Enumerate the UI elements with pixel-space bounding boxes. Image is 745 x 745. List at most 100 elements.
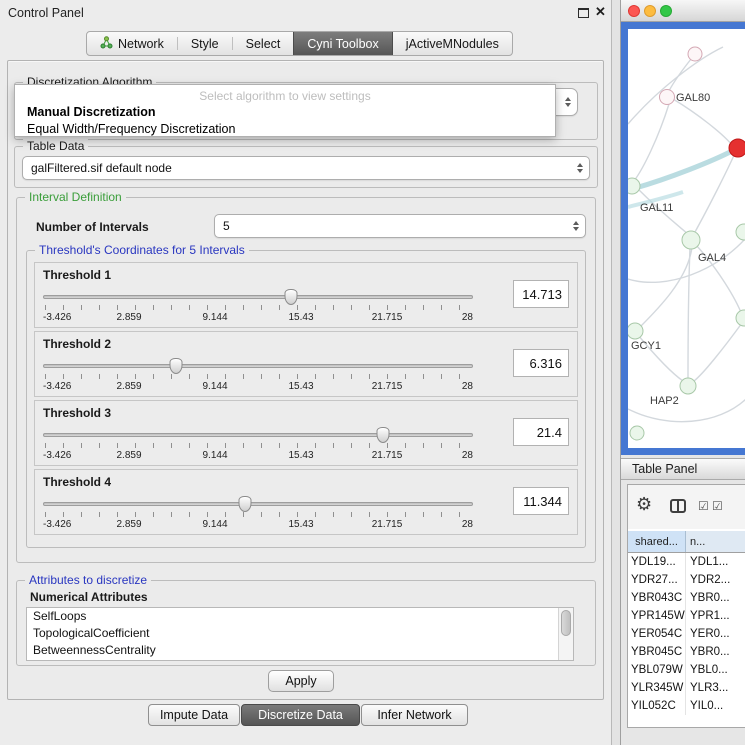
tick-label: -3.426 bbox=[43, 519, 71, 530]
slider-track[interactable] bbox=[43, 502, 473, 506]
scrollbar-thumb[interactable] bbox=[561, 610, 571, 636]
unselect-all-columns-icon[interactable]: ☑ bbox=[712, 499, 723, 513]
tab-infer-network[interactable]: Infer Network bbox=[361, 704, 468, 726]
table-header-row: shared... n... bbox=[628, 531, 745, 553]
list-scrollbar[interactable] bbox=[558, 608, 573, 660]
tab-impute-data[interactable]: Impute Data bbox=[148, 704, 240, 726]
cell-name[interactable]: YBR0... bbox=[686, 643, 745, 661]
combo-stepper-icon bbox=[573, 221, 579, 231]
table-row[interactable]: YDL19...YDL1... bbox=[628, 553, 745, 571]
table-panel-titlebar: Table Panel bbox=[621, 458, 745, 480]
mac-close-button[interactable] bbox=[628, 5, 640, 17]
slider-track[interactable] bbox=[43, 364, 473, 368]
dropdown-option-equal-width[interactable]: Equal Width/Frequency Discretization bbox=[27, 122, 235, 136]
table-row[interactable]: YDR27...YDR2... bbox=[628, 571, 745, 589]
select-all-columns-icon[interactable]: ☑ bbox=[698, 499, 709, 513]
close-icon[interactable]: ✕ bbox=[595, 4, 606, 20]
tab-select[interactable]: Select bbox=[233, 32, 294, 55]
list-item[interactable]: SelfLoops bbox=[27, 608, 573, 625]
threshold-panel-1: Threshold 1 -3.426 2.859 9.144 15.43 21.… bbox=[34, 262, 578, 328]
column-header-shared-name[interactable]: shared... bbox=[628, 531, 686, 552]
table-data-combobox[interactable]: galFiltered.sif default node bbox=[22, 156, 590, 180]
tab-cyni-toolbox[interactable]: Cyni Toolbox bbox=[293, 32, 392, 55]
threshold-slider[interactable]: -3.426 2.859 9.144 15.43 21.715 28 bbox=[43, 427, 473, 465]
table-row[interactable]: YPR145WYPR1... bbox=[628, 607, 745, 625]
tick-label: 21.715 bbox=[372, 381, 403, 392]
apply-button[interactable]: Apply bbox=[268, 670, 334, 692]
cell-shared-name[interactable]: YLR345W bbox=[628, 679, 686, 697]
network-node-gcy1[interactable] bbox=[628, 323, 643, 339]
cell-name[interactable]: YER0... bbox=[686, 625, 745, 643]
threshold-value-field[interactable]: 21.4 bbox=[513, 418, 569, 446]
settings-gear-icon[interactable]: ⚙ bbox=[636, 494, 652, 515]
slider-track[interactable] bbox=[43, 295, 473, 299]
number-of-intervals-combobox[interactable]: 5 bbox=[214, 214, 586, 238]
network-node-gal11[interactable] bbox=[628, 178, 640, 194]
network-node[interactable] bbox=[688, 47, 702, 61]
tick-label: 28 bbox=[462, 312, 473, 323]
list-item[interactable]: BetweennessCentrality bbox=[27, 642, 573, 659]
cell-name[interactable]: YBR0... bbox=[686, 589, 745, 607]
float-window-icon[interactable] bbox=[578, 8, 589, 18]
network-canvas[interactable]: GAL80 GAL11 GAL4 GCY1 HAP2 bbox=[628, 29, 745, 448]
tick-label: 28 bbox=[462, 381, 473, 392]
table-row[interactable]: YBL079WYBL0... bbox=[628, 661, 745, 679]
cell-shared-name[interactable]: YBL079W bbox=[628, 661, 686, 679]
column-header-name[interactable]: n... bbox=[686, 531, 745, 552]
slider-thumb[interactable] bbox=[170, 358, 183, 374]
screenshot-root: Control Panel ✕ Network Style Select Cyn… bbox=[0, 0, 745, 745]
cell-name[interactable]: YDR2... bbox=[686, 571, 745, 589]
network-node-gal80[interactable] bbox=[660, 90, 675, 105]
tick-label: 2.859 bbox=[116, 381, 141, 392]
list-item[interactable]: TopologicalCoefficient bbox=[27, 625, 573, 642]
mac-zoom-button[interactable] bbox=[660, 5, 672, 17]
cell-shared-name[interactable]: YDR27... bbox=[628, 571, 686, 589]
threshold-slider[interactable]: -3.426 2.859 9.144 15.43 21.715 28 bbox=[43, 496, 473, 534]
cell-shared-name[interactable]: YBR045C bbox=[628, 643, 686, 661]
network-node-hap2[interactable] bbox=[680, 378, 696, 394]
slider-thumb[interactable] bbox=[239, 496, 252, 512]
mac-minimize-button[interactable] bbox=[644, 5, 656, 17]
slider-thumb[interactable] bbox=[376, 427, 389, 443]
tab-jactivemodules[interactable]: jActiveMNodules bbox=[393, 32, 512, 55]
numerical-attributes-list[interactable]: SelfLoops TopologicalCoefficient Between… bbox=[26, 607, 574, 661]
slider-thumb[interactable] bbox=[285, 289, 298, 305]
network-node-selected-red[interactable] bbox=[729, 139, 745, 157]
cell-shared-name[interactable]: YIL052C bbox=[628, 697, 686, 715]
network-icon bbox=[100, 36, 113, 52]
threshold-value-field[interactable]: 11.344 bbox=[513, 487, 569, 515]
dropdown-option-manual[interactable]: Manual Discretization bbox=[27, 105, 156, 119]
network-node[interactable] bbox=[630, 426, 644, 440]
threshold-value-field[interactable]: 14.713 bbox=[513, 280, 569, 308]
threshold-slider[interactable]: -3.426 2.859 9.144 15.43 21.715 28 bbox=[43, 358, 473, 396]
slider-ticks bbox=[45, 374, 471, 379]
cell-name[interactable]: YBL0... bbox=[686, 661, 745, 679]
cell-shared-name[interactable]: YER054C bbox=[628, 625, 686, 643]
table-row[interactable]: YBR045CYBR0... bbox=[628, 643, 745, 661]
table-row[interactable]: YBR043CYBR0... bbox=[628, 589, 745, 607]
threshold-label: Threshold 3 bbox=[43, 406, 111, 420]
top-tab-strip: Network Style Select Cyni Toolbox jActiv… bbox=[86, 31, 513, 56]
network-node-gal4[interactable] bbox=[682, 231, 700, 249]
tab-discretize-data[interactable]: Discretize Data bbox=[241, 704, 360, 726]
cell-name[interactable]: YLR3... bbox=[686, 679, 745, 697]
tick-label: 9.144 bbox=[202, 312, 227, 323]
cell-shared-name[interactable]: YPR145W bbox=[628, 607, 686, 625]
tab-network[interactable]: Network bbox=[87, 32, 177, 55]
network-node[interactable] bbox=[736, 224, 745, 240]
cell-name[interactable]: YIL0... bbox=[686, 697, 745, 715]
cell-shared-name[interactable]: YBR043C bbox=[628, 589, 686, 607]
threshold-value-field[interactable]: 6.316 bbox=[513, 349, 569, 377]
cell-name[interactable]: YDL1... bbox=[686, 553, 745, 571]
table-row[interactable]: YER054CYER0... bbox=[628, 625, 745, 643]
network-window-titlebar[interactable] bbox=[621, 0, 745, 22]
tab-style[interactable]: Style bbox=[178, 32, 232, 55]
network-node[interactable] bbox=[736, 310, 745, 326]
table-row[interactable]: YLR345WYLR3... bbox=[628, 679, 745, 697]
table-row[interactable]: YIL052CYIL0... bbox=[628, 697, 745, 715]
cell-name[interactable]: YPR1... bbox=[686, 607, 745, 625]
threshold-slider[interactable]: -3.426 2.859 9.144 15.43 21.715 28 bbox=[43, 289, 473, 327]
cell-shared-name[interactable]: YDL19... bbox=[628, 553, 686, 571]
slider-track[interactable] bbox=[43, 433, 473, 437]
column-visibility-icon[interactable] bbox=[670, 499, 686, 513]
